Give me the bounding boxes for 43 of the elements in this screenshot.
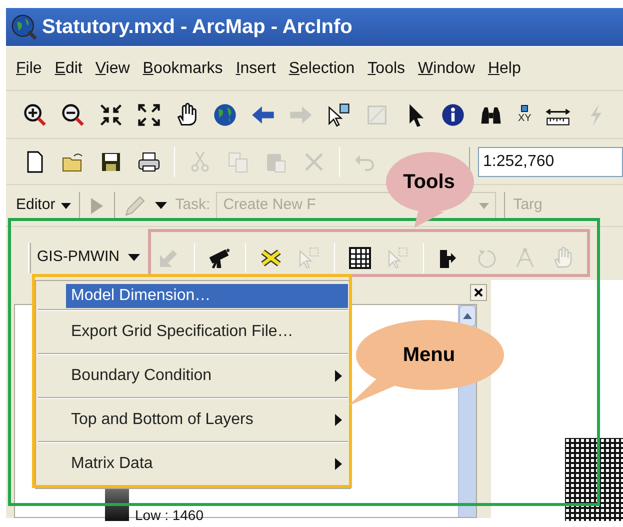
legend-label: Low : 1460: [135, 507, 204, 523]
caret-icon: [479, 202, 490, 208]
printer-icon[interactable]: [137, 150, 161, 174]
gis-pmwin-dropdown[interactable]: GIS-PMWIN: [37, 246, 140, 269]
info-icon[interactable]: [440, 102, 466, 128]
menu-item[interactable]: File: [16, 56, 42, 80]
caret-icon[interactable]: [155, 202, 168, 209]
zoom-out-icon[interactable]: [60, 102, 86, 128]
grid-icon[interactable]: [348, 246, 372, 270]
menu-item[interactable]: Top and Bottom of Layers: [66, 400, 348, 440]
caret-icon: [128, 254, 140, 261]
menu-item[interactable]: Boundary Condition: [66, 356, 348, 396]
globe-magnifier-icon: [10, 13, 38, 41]
cursor-square-icon[interactable]: [326, 102, 352, 128]
callout-text: Menu: [402, 343, 456, 368]
zoom-in-icon[interactable]: [22, 102, 48, 128]
task-label: Task:: [175, 195, 210, 216]
menu-item[interactable]: View: [95, 56, 130, 80]
menu-item[interactable]: Insert: [236, 56, 276, 80]
window-title: Statutory.mxd - ArcMap - ArcInfo: [42, 15, 352, 40]
menu-item[interactable]: Tools: [368, 56, 406, 80]
menu-item[interactable]: Bookmarks: [142, 56, 223, 80]
up-arrow-icon[interactable]: [463, 313, 472, 319]
menu-item[interactable]: Model Dimension…: [66, 284, 348, 308]
close-button[interactable]: [470, 284, 487, 301]
arrows-inward-icon[interactable]: [98, 102, 124, 128]
menu-item[interactable]: Export Grid Specification File…: [66, 312, 348, 352]
telescope-icon[interactable]: [208, 246, 232, 270]
arrows-outward-icon[interactable]: [136, 102, 162, 128]
menu-item[interactable]: Selection: [288, 56, 355, 80]
submenu-arrow-icon: [335, 370, 342, 382]
globe-icon[interactable]: [212, 102, 238, 128]
scale-field[interactable]: 1:252,760: [478, 146, 623, 176]
submenu-arrow-icon: [335, 414, 342, 426]
menu-item[interactable]: Window: [418, 56, 475, 80]
submenu-arrow-icon: [335, 458, 342, 470]
menu-item[interactable]: Edit: [54, 56, 82, 80]
target-label: Targ: [513, 195, 542, 216]
menu-item[interactable]: Matrix Data: [66, 444, 348, 484]
close-icon: [474, 288, 483, 297]
menu-item[interactable]: Help: [488, 56, 521, 80]
editor-dropdown[interactable]: Editor: [16, 194, 72, 217]
caret-icon: [61, 202, 72, 208]
